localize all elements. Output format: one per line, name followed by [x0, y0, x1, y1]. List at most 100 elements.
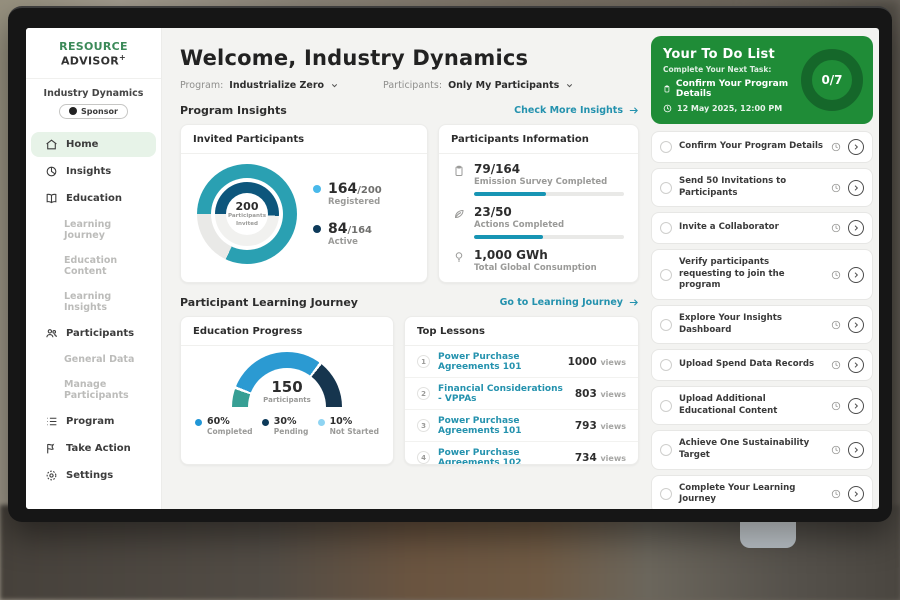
chevron-right-icon[interactable]	[848, 139, 864, 155]
sidebar-item-label: Manage Participants	[64, 379, 146, 401]
chevron-right-icon[interactable]	[848, 442, 864, 458]
checkbox-icon[interactable]	[660, 269, 672, 281]
chevron-right-icon[interactable]	[848, 317, 864, 333]
sidebar-item-home[interactable]: Home	[31, 132, 156, 157]
emission-survey-row: 79/164 Emission Survey Completed	[453, 162, 624, 196]
todo-due-label: 12 May 2025, 12:00 PM	[677, 104, 782, 113]
lesson-link[interactable]: Power Purchase Agreements 101	[438, 416, 567, 436]
invited-donut-chart: 200 Participants Invited	[197, 164, 297, 264]
invited-card-title: Invited Participants	[181, 125, 427, 154]
sidebar-item-label: Education	[66, 193, 122, 204]
lesson-rank: 2	[417, 387, 430, 400]
lesson-link[interactable]: Power Purchase Agreements 102	[438, 448, 567, 466]
sidebar-item-label: Take Action	[66, 443, 131, 454]
lesson-row: 2 Financial Considerations - VPPAs 803 v…	[405, 378, 638, 410]
clock-icon	[831, 223, 841, 233]
photo-background: RESOURCE ADVISOR+ Industry Dynamics Spon…	[0, 0, 900, 600]
go-to-learning-journey-label: Go to Learning Journey	[500, 297, 623, 308]
registered-legend-item: 164/200 Registered	[313, 181, 382, 207]
checkbox-icon[interactable]	[660, 319, 672, 331]
checkbox-icon[interactable]	[660, 141, 672, 153]
actions-completed-row: 23/50 Actions Completed	[453, 205, 624, 239]
task-row-send-invitations[interactable]: Send 50 Invitations to Participants	[651, 168, 873, 207]
sidebar-item-education-content[interactable]: Education Content	[31, 249, 156, 283]
checkbox-icon[interactable]	[660, 444, 672, 456]
task-row-invite-collaborator[interactable]: Invite a Collaborator	[651, 212, 873, 244]
todo-panel: Your To Do List Complete Your Next Task:…	[651, 28, 879, 509]
task-row-upload-educational-content[interactable]: Upload Additional Educational Content	[651, 386, 873, 425]
clock-icon	[831, 142, 841, 152]
program-filter-value: Industrialize Zero	[229, 80, 324, 91]
task-label: Complete Your Learning Journey	[679, 483, 824, 506]
sponsor-badge[interactable]: Sponsor	[59, 104, 128, 119]
not-started-label: Not Started	[330, 427, 379, 436]
registered-value: 164	[328, 181, 357, 197]
pending-label: Pending	[274, 427, 309, 436]
task-row-complete-learning-journey[interactable]: Complete Your Learning Journey	[651, 475, 873, 509]
checkbox-icon[interactable]	[660, 488, 672, 500]
active-legend-item: 84/164 Active	[313, 221, 382, 247]
participants-filter[interactable]: Participants: Only My Participants	[383, 80, 574, 91]
lesson-views-value: 803	[575, 388, 597, 400]
checkbox-icon[interactable]	[660, 400, 672, 412]
sidebar-nav: Home Insights Education Learning Journey	[26, 131, 161, 489]
sidebar-item-program[interactable]: Program	[31, 409, 156, 434]
checkbox-icon[interactable]	[660, 222, 672, 234]
clock-icon	[831, 320, 841, 330]
not-started-value: 10%	[330, 416, 379, 427]
sidebar-item-education[interactable]: Education	[31, 186, 156, 211]
task-row-explore-insights[interactable]: Explore Your Insights Dashboard	[651, 305, 873, 344]
sidebar-item-general-data[interactable]: General Data	[31, 348, 156, 371]
chevron-right-icon[interactable]	[848, 267, 864, 283]
clock-icon	[831, 401, 841, 411]
checkbox-icon[interactable]	[660, 182, 672, 194]
checkbox-icon[interactable]	[660, 359, 672, 371]
sidebar-item-label: General Data	[64, 354, 134, 365]
lessons-card-title: Top Lessons	[405, 317, 638, 346]
actions-completed-value: 23/50	[474, 205, 624, 219]
chevron-right-icon[interactable]	[848, 357, 864, 373]
consumption-row: 1,000 GWh Total Global Consumption	[453, 248, 624, 273]
sidebar-item-settings[interactable]: Settings	[31, 463, 156, 488]
check-more-insights-label: Check More Insights	[514, 105, 623, 116]
chevron-right-icon[interactable]	[848, 180, 864, 196]
invited-participants-card: Invited Participants 200 Participants In…	[180, 124, 428, 283]
sidebar-item-label: Education Content	[64, 255, 146, 277]
sidebar-item-manage-participants[interactable]: Manage Participants	[31, 373, 156, 407]
go-to-learning-journey-link[interactable]: Go to Learning Journey	[500, 297, 639, 308]
lesson-link[interactable]: Financial Considerations - VPPAs	[438, 384, 567, 404]
sidebar-item-take-action[interactable]: Take Action	[31, 436, 156, 461]
task-row-achieve-target[interactable]: Achieve One Sustainability Target	[651, 430, 873, 469]
info-card-body: 79/164 Emission Survey Completed 23/50 A…	[439, 154, 638, 273]
sidebar-item-insights[interactable]: Insights	[31, 159, 156, 184]
registered-total: /200	[357, 185, 382, 196]
todo-next-task-label: Confirm Your Program Details	[676, 79, 795, 99]
brand-primary: RESOURCE	[59, 40, 128, 53]
program-filter[interactable]: Program: Industrialize Zero	[180, 80, 339, 91]
chevron-right-icon[interactable]	[848, 220, 864, 236]
education-legend: 60% Completed 30% Pending	[193, 408, 381, 436]
not-started-dot-icon	[318, 419, 325, 426]
task-row-verify-participants[interactable]: Verify participants requesting to join t…	[651, 249, 873, 300]
lesson-link[interactable]: Power Purchase Agreements 101	[438, 352, 560, 372]
clock-icon	[831, 183, 841, 193]
chevron-right-icon[interactable]	[848, 486, 864, 502]
check-more-insights-link[interactable]: Check More Insights	[514, 105, 639, 116]
main-content: Welcome, Industry Dynamics Program: Indu…	[162, 28, 651, 509]
donut-center-value: 200	[236, 200, 259, 213]
sidebar-item-learning-insights[interactable]: Learning Insights	[31, 285, 156, 319]
task-row-upload-spend-data[interactable]: Upload Spend Data Records	[651, 349, 873, 381]
clipboard-icon	[663, 84, 671, 94]
sponsor-icon	[69, 107, 77, 115]
task-row-confirm-program[interactable]: Confirm Your Program Details	[651, 131, 873, 163]
todo-title: Your To Do List	[663, 47, 795, 62]
home-icon	[45, 138, 58, 151]
chevron-right-icon[interactable]	[848, 398, 864, 414]
education-gauge-chart: 150 Participants	[232, 352, 342, 408]
chevron-down-icon	[565, 81, 574, 90]
sidebar-item-label: Settings	[66, 470, 113, 481]
todo-progress-value: 0/7	[821, 73, 842, 87]
sidebar-item-participants[interactable]: Participants	[31, 321, 156, 346]
lesson-row: 1 Power Purchase Agreements 101 1000 vie…	[405, 346, 638, 378]
sidebar-item-learning-journey[interactable]: Learning Journey	[31, 213, 156, 247]
